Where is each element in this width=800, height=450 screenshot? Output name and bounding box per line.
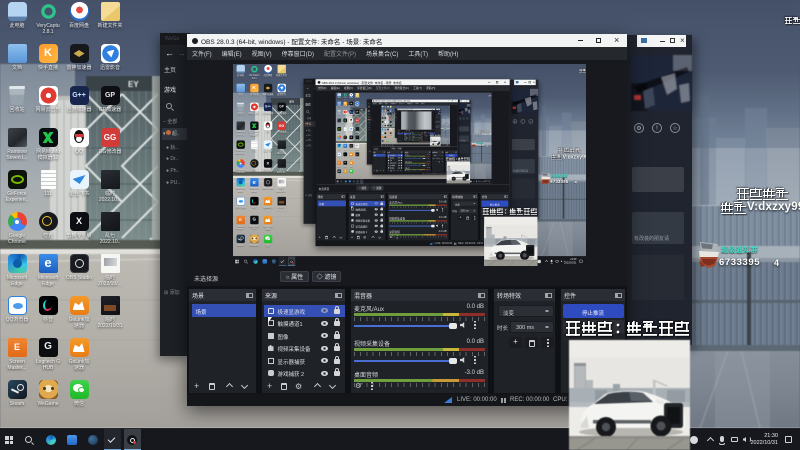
svg-text:EY: EY [289,100,294,104]
svg-text:EY: EY [128,80,139,89]
